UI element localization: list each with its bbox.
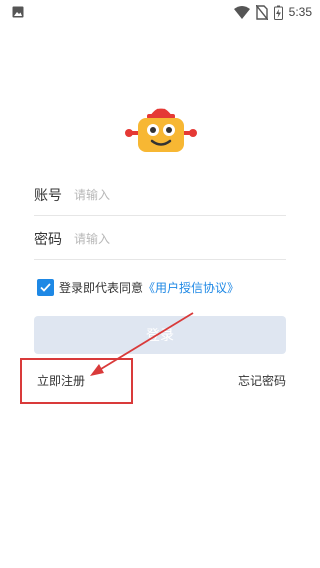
account-label: 账号 (34, 187, 62, 204)
robot-logo-icon (125, 105, 197, 152)
account-input[interactable] (74, 179, 286, 210)
status-bar: 5:35 (0, 0, 320, 24)
status-time: 5:35 (288, 5, 312, 19)
status-icons: 5:35 (233, 3, 312, 21)
login-button[interactable]: 登录 (34, 316, 286, 354)
agreement-checkbox[interactable] (37, 278, 54, 296)
forgot-password-link[interactable]: 忘记密码 (238, 372, 286, 389)
agreement-row: 登录即代表同意 《用户授信协议》 (37, 278, 239, 296)
agreement-link[interactable]: 《用户授信协议》 (143, 279, 239, 296)
no-sim-icon (255, 4, 268, 20)
wifi-icon (233, 5, 250, 19)
account-row: 账号 (34, 174, 286, 216)
checkmark-icon (40, 282, 51, 292)
battery-charging-icon (273, 5, 283, 20)
image-icon (12, 6, 24, 18)
annotation-highlight-box (20, 358, 133, 404)
password-label: 密码 (34, 231, 62, 248)
agreement-text: 登录即代表同意 (59, 280, 144, 295)
password-row: 密码 (34, 218, 286, 260)
password-input[interactable] (74, 223, 286, 254)
